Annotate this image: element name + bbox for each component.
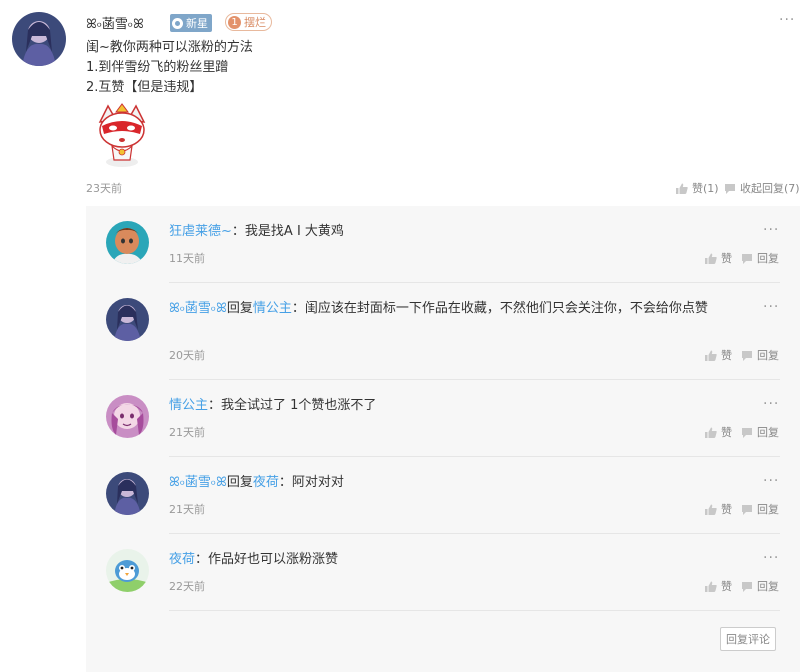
post-time: 23天前 (86, 182, 122, 195)
level-badge-number: 1 (228, 15, 241, 29)
thumbs-up-icon (705, 253, 717, 264)
comment-like-button[interactable]: 赞 (705, 250, 732, 266)
reply-label: 回复 (757, 503, 779, 516)
comment-4-body: ꕤ৹菡雪৹ꕤ回复夜荷：阿对对对 (169, 473, 344, 493)
star-badge-icon (172, 17, 183, 29)
commenter-avatar[interactable] (106, 298, 149, 341)
new-star-badge-label: 新星 (186, 17, 208, 30)
commenter-name[interactable]: 情公主 (169, 398, 208, 413)
thumbs-up-icon (705, 350, 717, 361)
post-like-label: 赞(1) (692, 182, 719, 195)
comment-more-icon[interactable]: ··· (763, 222, 779, 238)
comment-text: 阿对对对 (291, 475, 344, 490)
thumbs-up-icon (705, 427, 717, 438)
commenter-avatar[interactable] (106, 549, 149, 592)
level-badge-label: 摆烂 (244, 16, 266, 29)
like-label: 赞 (721, 503, 732, 516)
collapse-replies-button[interactable]: 收起回复(7) (724, 180, 800, 196)
comment-2-body: ꕤ৹菡雪৹ꕤ回复情公主：闺应该在封面标一下作品在收藏，不然他们只会关注你，不会给… (169, 299, 759, 319)
comment-time: 11天前 (169, 252, 205, 265)
comment-icon (742, 253, 752, 264)
commenter-name[interactable]: 夜荷 (169, 552, 195, 567)
collapse-replies-label: 收起回复(7) (740, 182, 800, 195)
comment-more-icon[interactable]: ··· (763, 550, 779, 566)
reply-label: 回复 (757, 580, 779, 593)
comment-icon (742, 427, 752, 438)
comment-divider (169, 282, 780, 283)
post-line-1: 闺~教你两种可以涨粉的方法 (86, 40, 253, 55)
comment-more-icon[interactable]: ··· (763, 473, 779, 489)
comment-divider (169, 379, 780, 380)
like-label: 赞 (721, 252, 732, 265)
comment-text: 作品好也可以涨粉涨赞 (208, 552, 339, 567)
post-more-icon[interactable]: ··· (779, 12, 795, 28)
comment-time: 22天前 (169, 580, 205, 593)
comment-reply-button[interactable]: 回复 (741, 578, 779, 594)
level-badge: 1 摆烂 (225, 13, 272, 31)
commenter-avatar[interactable] (106, 221, 149, 264)
comment-icon (725, 183, 735, 194)
commenter-avatar[interactable] (106, 472, 149, 515)
comment-icon (742, 581, 752, 592)
name-separator: ： (231, 224, 245, 239)
new-star-badge: 新星 (170, 14, 212, 32)
name-separator: ： (291, 301, 305, 316)
like-label: 赞 (721, 426, 732, 439)
commenter-name[interactable]: ꕤ৹菡雪৹ꕤ (169, 301, 227, 316)
reply-word: 回复 (226, 301, 253, 316)
comment-divider (169, 610, 780, 611)
comment-1-body: 狂虐莱德~：我是找A I 大黄鸡 (169, 222, 344, 242)
post-author-avatar[interactable] (12, 12, 66, 66)
post-line-2: 1.到伴雪纷飞的粉丝里蹭 (86, 60, 229, 75)
name-separator: ： (278, 475, 292, 490)
commenter-name[interactable]: ꕤ৹菡雪৹ꕤ (169, 475, 227, 490)
reply-label: 回复 (757, 349, 779, 362)
comment-like-button[interactable]: 赞 (705, 424, 732, 440)
reply-word: 回复 (226, 475, 253, 490)
thumbs-up-icon (705, 504, 717, 515)
comment-more-icon[interactable]: ··· (763, 299, 779, 315)
comment-icon (742, 504, 752, 515)
comment-text: 我全试过了 1个赞也涨不了 (221, 398, 377, 413)
reply-comment-button[interactable]: 回复评论 (720, 627, 776, 651)
comment-like-button[interactable]: 赞 (705, 347, 732, 363)
comment-reply-button[interactable]: 回复 (741, 347, 779, 363)
comment-reply-button[interactable]: 回复 (741, 424, 779, 440)
reply-label: 回复 (757, 426, 779, 439)
thumbs-up-icon (705, 581, 717, 592)
cartoon-cat-sticker (86, 102, 158, 168)
comment-divider (169, 533, 780, 534)
comment-icon (742, 350, 752, 361)
comment-5-body: 夜荷：作品好也可以涨粉涨赞 (169, 550, 338, 570)
comment-time: 20天前 (169, 349, 205, 362)
comment-reply-button[interactable]: 回复 (741, 250, 779, 266)
reply-label: 回复 (757, 252, 779, 265)
commenter-name[interactable]: 狂虐莱德~ (169, 224, 232, 239)
comment-3-body: 情公主：我全试过了 1个赞也涨不了 (169, 396, 376, 416)
name-separator: ： (208, 398, 222, 413)
commenter-avatar[interactable] (106, 395, 149, 438)
comment-like-button[interactable]: 赞 (705, 501, 732, 517)
reply-to-name[interactable]: 夜荷 (253, 475, 279, 490)
comment-like-button[interactable]: 赞 (705, 578, 732, 594)
thumbs-up-icon (676, 183, 688, 194)
like-label: 赞 (721, 580, 732, 593)
name-separator: ： (195, 552, 209, 567)
comment-reply-button[interactable]: 回复 (741, 501, 779, 517)
comment-text: 我是找A I 大黄鸡 (244, 224, 344, 239)
comment-time: 21天前 (169, 503, 205, 516)
reply-to-name[interactable]: 情公主 (253, 301, 292, 316)
comment-more-icon[interactable]: ··· (763, 396, 779, 412)
post-line-3: 2.互赞【但是违规】 (86, 80, 203, 95)
post-author-name[interactable]: ꕤ৹菡雪৹ꕤ (86, 13, 144, 36)
comment-divider (169, 456, 780, 457)
like-label: 赞 (721, 349, 732, 362)
comment-time: 21天前 (169, 426, 205, 439)
post-like-button[interactable]: 赞(1) (676, 180, 719, 196)
comment-text: 闺应该在封面标一下作品在收藏，不然他们只会关注你，不会给你点赞 (304, 301, 708, 316)
